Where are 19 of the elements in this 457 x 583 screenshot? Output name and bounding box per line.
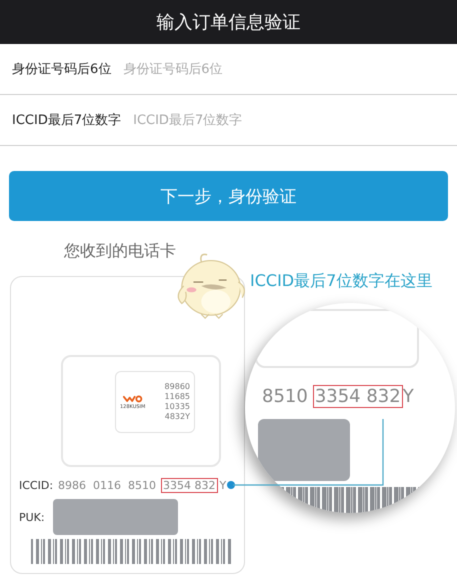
magnified-suffix: Y: [402, 386, 414, 407]
puk-label: PUK:: [19, 510, 45, 524]
page-title: 输入订单信息验证: [156, 11, 300, 34]
field-label: ICCID最后7位数字: [12, 112, 122, 129]
iccid-number: 8986 0116 8510: [58, 479, 156, 492]
iccid-highlight: 3354 832: [161, 478, 218, 493]
next-step-button[interactable]: 下一步，身份验证: [9, 171, 448, 221]
illustration-caption: 您收到的电话卡: [64, 241, 176, 262]
chip-number: 10335: [164, 402, 190, 412]
chip-number: 4832Y: [164, 412, 190, 422]
wave-logo-icon: [122, 394, 143, 403]
callout-text: ICCID最后7位数字在这里: [250, 271, 432, 292]
chip-number: 89860: [164, 382, 190, 392]
magnified-highlight: 3354 832: [312, 385, 403, 408]
chip-number: 11685: [164, 392, 190, 402]
iccid-suffix: Y: [220, 479, 226, 492]
magnified-number: 8510: [262, 386, 308, 407]
iccid-label: ICCID:: [19, 479, 54, 492]
field-label: 身份证号码后6位: [12, 61, 112, 78]
